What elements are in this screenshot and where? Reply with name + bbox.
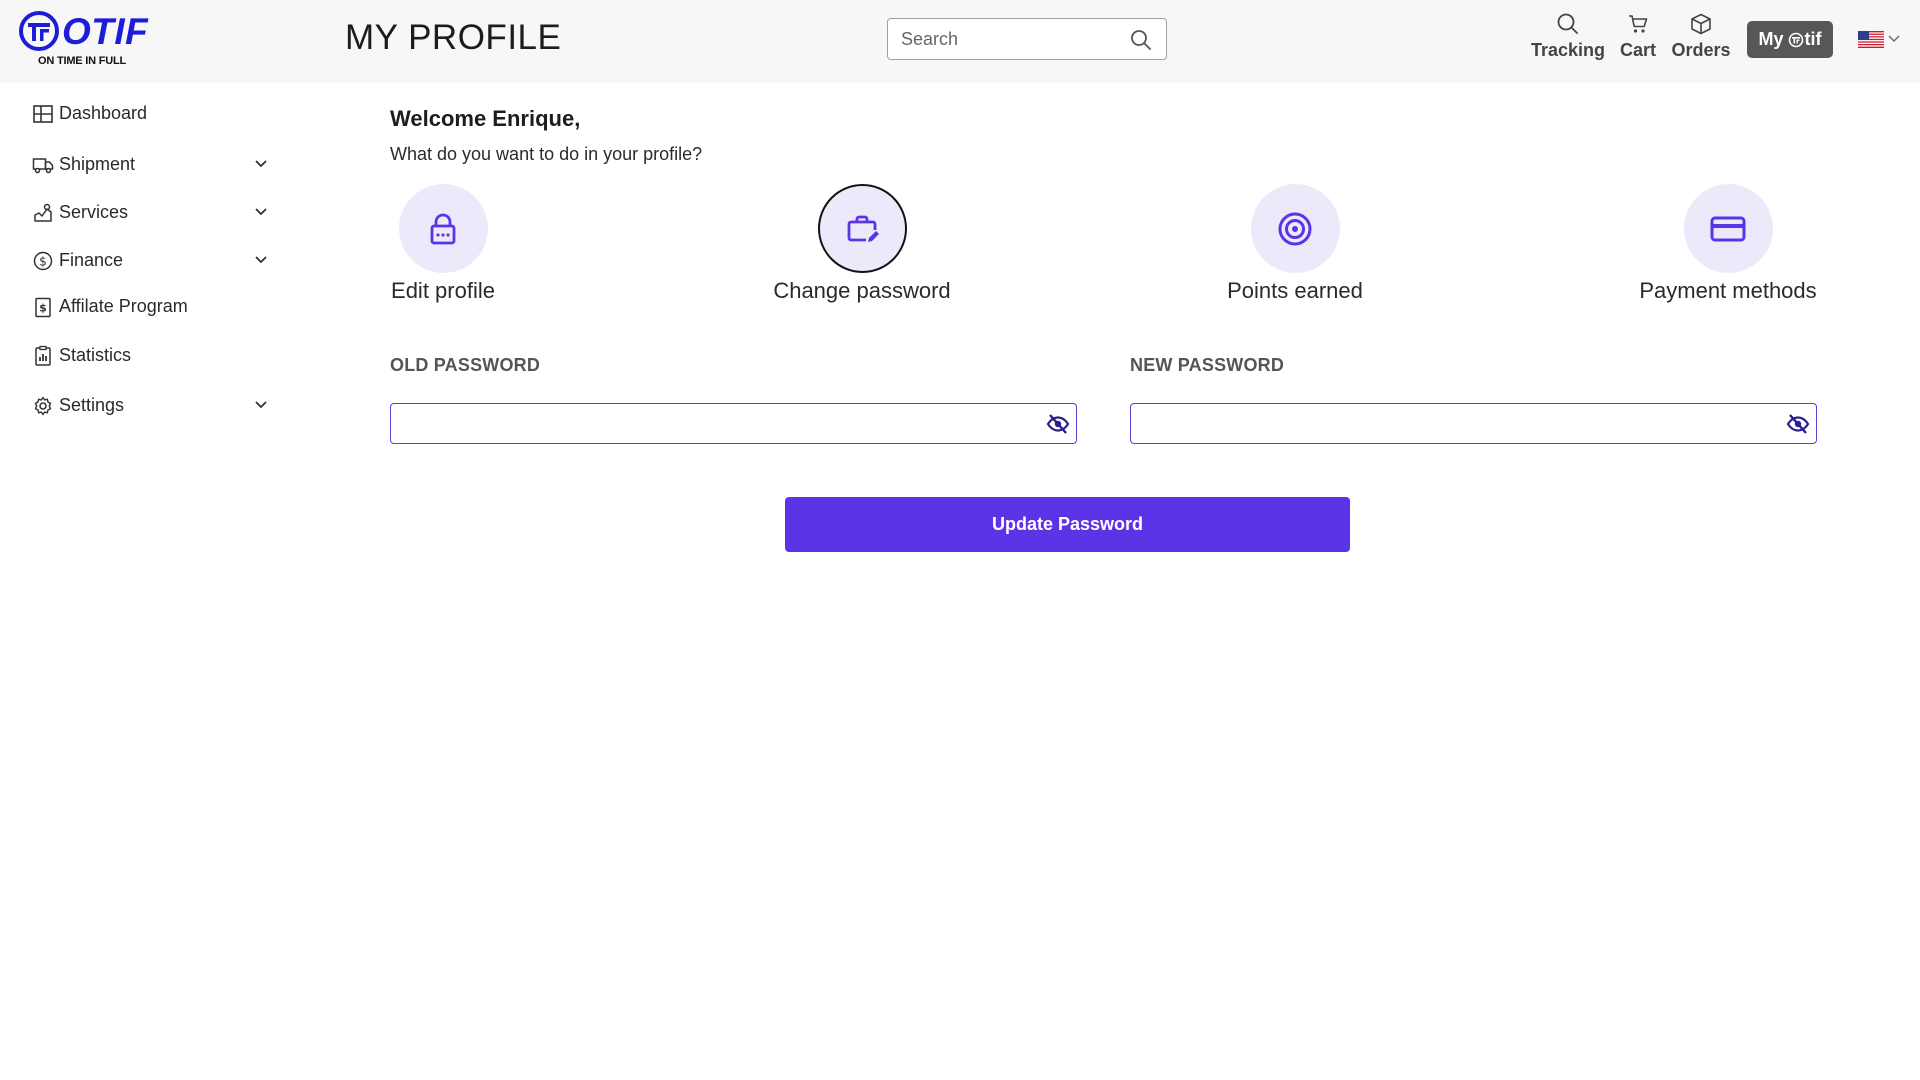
my-otif-suffix: tif bbox=[1804, 29, 1822, 49]
old-password-label: OLD PASSWORD bbox=[390, 355, 541, 375]
new-password-input[interactable] bbox=[1131, 404, 1816, 443]
action-icon-circle bbox=[398, 184, 488, 273]
eye-off-icon[interactable] bbox=[1786, 412, 1810, 436]
sidebar-item-affiliate-program[interactable]: $ Affilate Program bbox=[32, 292, 272, 322]
eye-off-icon[interactable] bbox=[1046, 412, 1070, 436]
action-label: Payment methods bbox=[1639, 278, 1817, 303]
otif-logo-icon bbox=[19, 11, 59, 51]
action-edit-profile[interactable]: Edit profile bbox=[380, 184, 506, 304]
header: OTIF ON TIME IN FULL MY PROFILE Tracking… bbox=[0, 0, 1920, 83]
sidebar-item-dashboard[interactable]: Dashboard bbox=[32, 99, 272, 129]
dashboard-icon bbox=[33, 105, 53, 123]
credit-card-icon bbox=[1710, 216, 1746, 241]
sidebar-item-label: Services bbox=[59, 202, 129, 222]
svg-text:$: $ bbox=[39, 302, 47, 315]
old-password-input[interactable] bbox=[391, 404, 1076, 443]
action-payment-methods[interactable]: Payment methods bbox=[1630, 184, 1826, 304]
sidebar-item-label: Dashboard bbox=[59, 103, 148, 123]
briefcase-edit-icon bbox=[847, 215, 879, 242]
nav-orders[interactable]: Orders bbox=[1670, 12, 1732, 61]
update-password-button[interactable]: Update Password bbox=[785, 497, 1350, 552]
dollar-icon: $ bbox=[33, 251, 53, 271]
svg-text:$: $ bbox=[39, 255, 47, 269]
my-otif-prefix: My bbox=[1758, 29, 1784, 49]
welcome-heading: Welcome Enrique, bbox=[390, 106, 581, 131]
sidebar-item-settings[interactable]: Settings bbox=[32, 391, 272, 421]
nav-tracking[interactable]: Tracking bbox=[1530, 12, 1606, 61]
action-points-earned[interactable]: Points earned bbox=[1215, 184, 1375, 304]
chevron-down-icon bbox=[1888, 35, 1900, 42]
sidebar-item-label: Finance bbox=[59, 250, 124, 270]
sidebar-item-services[interactable]: Services bbox=[32, 198, 272, 228]
search-icon bbox=[1557, 13, 1578, 34]
nav-cart-label: Cart bbox=[1619, 40, 1656, 60]
action-icon-circle bbox=[1683, 184, 1773, 273]
action-label: Edit profile bbox=[391, 278, 495, 303]
search-box bbox=[887, 18, 1167, 60]
new-password-label: NEW PASSWORD bbox=[1130, 355, 1285, 375]
lock-icon bbox=[430, 213, 456, 244]
sidebar-item-statistics[interactable]: Statistics bbox=[32, 341, 272, 371]
sidebar-item-shipment[interactable]: Shipment bbox=[32, 150, 272, 180]
action-label: Change password bbox=[773, 278, 951, 303]
action-icon-circle bbox=[1250, 184, 1340, 273]
welcome-subtitle: What do you want to do in your profile? bbox=[390, 144, 703, 164]
logo-tagline: ON TIME IN FULL bbox=[38, 55, 127, 67]
action-change-password[interactable]: Change password bbox=[760, 184, 964, 304]
truck-icon bbox=[32, 158, 54, 174]
us-flag-icon bbox=[1858, 31, 1884, 48]
search-icon[interactable] bbox=[1130, 29, 1152, 51]
sidebar-item-label: Affilate Program bbox=[59, 296, 188, 316]
cart-icon bbox=[1629, 15, 1648, 33]
affiliate-icon: $ bbox=[35, 297, 51, 318]
sidebar-item-label: Settings bbox=[59, 395, 125, 415]
otif-logo-icon bbox=[1788, 32, 1803, 47]
chevron-down-icon[interactable] bbox=[254, 207, 268, 217]
language-selector[interactable] bbox=[1858, 28, 1904, 50]
otif-logo[interactable]: OTIF ON TIME IN FULL bbox=[18, 8, 158, 72]
my-otif-button[interactable]: My tif bbox=[1747, 21, 1833, 58]
target-icon bbox=[1278, 212, 1312, 245]
sidebar-item-label: Shipment bbox=[59, 154, 136, 174]
chevron-down-icon[interactable] bbox=[254, 159, 268, 169]
sidebar-item-finance[interactable]: $ Finance bbox=[32, 246, 272, 276]
logo-wordmark: OTIF bbox=[62, 11, 149, 52]
nav-cart[interactable]: Cart bbox=[1616, 12, 1660, 61]
page-title: MY PROFILE bbox=[345, 18, 562, 57]
action-icon-circle bbox=[817, 184, 907, 273]
new-password-field bbox=[1130, 403, 1817, 444]
box-icon bbox=[1691, 13, 1711, 35]
chevron-down-icon[interactable] bbox=[254, 255, 268, 265]
sidebar-item-label: Statistics bbox=[59, 345, 132, 365]
search-input[interactable] bbox=[888, 19, 1166, 59]
gear-icon bbox=[34, 396, 52, 416]
nav-orders-label: Orders bbox=[1671, 40, 1731, 60]
action-label: Points earned bbox=[1227, 278, 1363, 303]
statistics-icon bbox=[35, 345, 51, 366]
old-password-field bbox=[390, 403, 1077, 444]
services-icon bbox=[34, 203, 52, 222]
nav-tracking-label: Tracking bbox=[1530, 40, 1606, 60]
chevron-down-icon[interactable] bbox=[254, 400, 268, 410]
